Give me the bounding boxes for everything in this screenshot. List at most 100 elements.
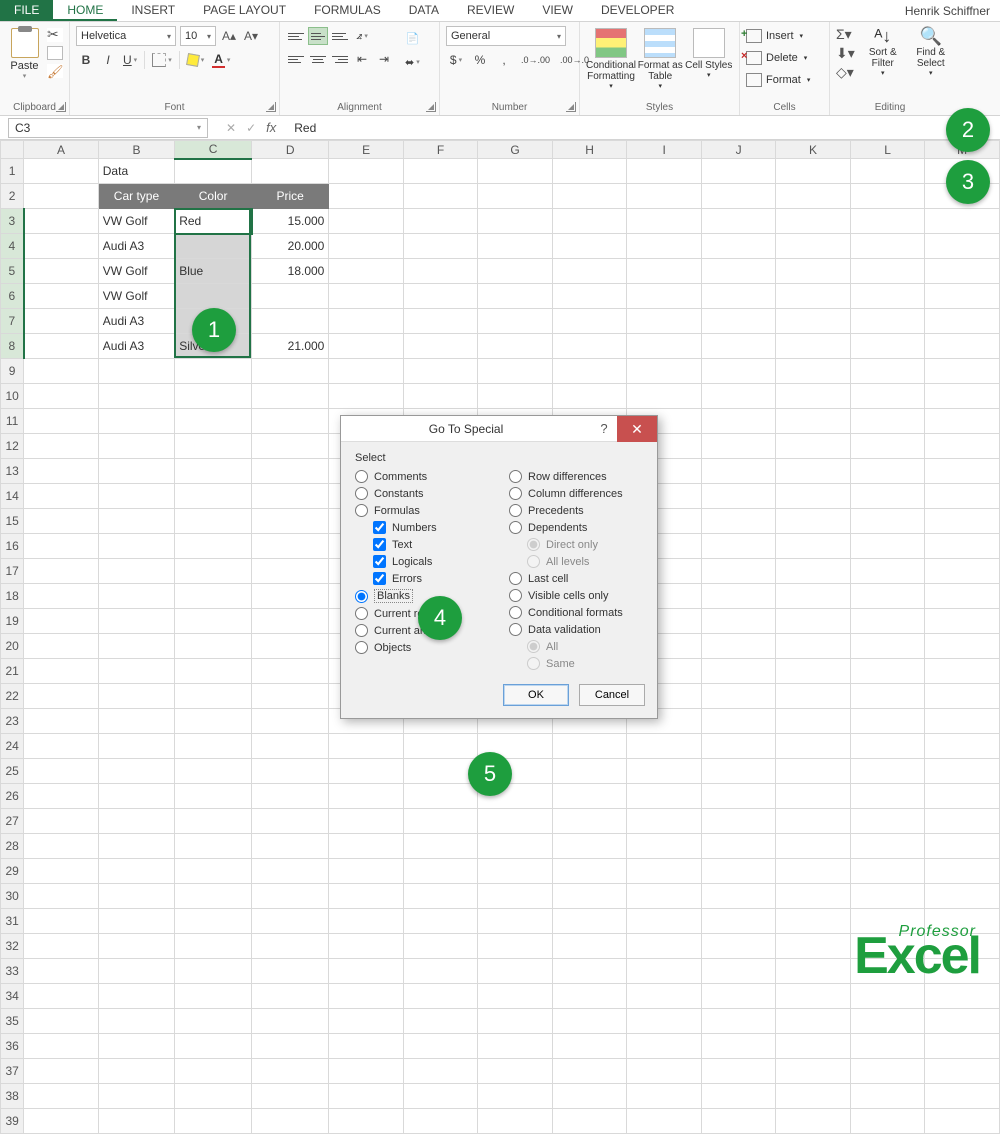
cell-G30[interactable]	[478, 884, 553, 909]
column-header-I[interactable]: I	[627, 141, 701, 159]
cell-A7[interactable]	[24, 309, 99, 334]
cell-A4[interactable]	[24, 234, 99, 259]
cell-F5[interactable]	[403, 259, 477, 284]
cell-F8[interactable]	[403, 334, 477, 359]
cell-K29[interactable]	[776, 859, 850, 884]
cell-L1[interactable]	[850, 159, 924, 184]
cell-A26[interactable]	[24, 784, 99, 809]
cell-F7[interactable]	[403, 309, 477, 334]
cell-F6[interactable]	[403, 284, 477, 309]
cell-C25[interactable]	[175, 759, 252, 784]
cell-D35[interactable]	[252, 1009, 329, 1034]
cell-A36[interactable]	[24, 1034, 99, 1059]
cell-J37[interactable]	[701, 1059, 775, 1084]
cell-M14[interactable]	[925, 484, 1000, 509]
cell-E7[interactable]	[329, 309, 403, 334]
cell-J5[interactable]	[701, 259, 775, 284]
cell-D6[interactable]	[252, 284, 329, 309]
cell-F30[interactable]	[403, 884, 477, 909]
cell-K3[interactable]	[776, 209, 850, 234]
cell-C17[interactable]	[175, 559, 252, 584]
cell-J3[interactable]	[701, 209, 775, 234]
delete-cells-button[interactable]: Delete▾	[746, 48, 810, 68]
cell-F10[interactable]	[403, 384, 477, 409]
cell-E6[interactable]	[329, 284, 403, 309]
cell-I8[interactable]	[627, 334, 701, 359]
row-header-34[interactable]: 34	[1, 984, 24, 1009]
cell-J28[interactable]	[701, 834, 775, 859]
cell-D30[interactable]	[252, 884, 329, 909]
cell-J26[interactable]	[701, 784, 775, 809]
align-right-icon[interactable]	[330, 50, 350, 68]
cell-B29[interactable]	[98, 859, 174, 884]
cell-L4[interactable]	[850, 234, 924, 259]
cell-K9[interactable]	[776, 359, 850, 384]
column-header-B[interactable]: B	[98, 141, 174, 159]
option-curreg[interactable]	[355, 607, 368, 620]
option-constants[interactable]	[355, 487, 368, 500]
cell-A32[interactable]	[24, 934, 99, 959]
cell-B8[interactable]: Audi A3	[98, 334, 174, 359]
cell-K6[interactable]	[776, 284, 850, 309]
cell-F36[interactable]	[403, 1034, 477, 1059]
cell-D33[interactable]	[252, 959, 329, 984]
row-header-7[interactable]: 7	[1, 309, 24, 334]
cell-M34[interactable]	[925, 984, 1000, 1009]
cell-A28[interactable]	[24, 834, 99, 859]
cell-D28[interactable]	[252, 834, 329, 859]
cell-D27[interactable]	[252, 809, 329, 834]
cell-A38[interactable]	[24, 1084, 99, 1109]
cell-G37[interactable]	[478, 1059, 553, 1084]
cell-B9[interactable]	[98, 359, 174, 384]
cell-K30[interactable]	[776, 884, 850, 909]
row-header-13[interactable]: 13	[1, 459, 24, 484]
cell-L29[interactable]	[850, 859, 924, 884]
cell-I33[interactable]	[627, 959, 701, 984]
cell-K18[interactable]	[776, 584, 850, 609]
cell-G9[interactable]	[478, 359, 553, 384]
cell-M11[interactable]	[925, 409, 1000, 434]
cell-F25[interactable]	[403, 759, 477, 784]
option-dataval[interactable]	[509, 623, 522, 636]
option-blanks[interactable]	[355, 590, 368, 603]
cell-K35[interactable]	[776, 1009, 850, 1034]
cell-I3[interactable]	[627, 209, 701, 234]
format-painter-icon[interactable]	[47, 64, 63, 78]
cell-E3[interactable]	[329, 209, 403, 234]
option-rowdiff[interactable]	[509, 470, 522, 483]
underline-button[interactable]: U	[120, 50, 140, 70]
cell-H1[interactable]	[552, 159, 627, 184]
cell-D21[interactable]	[252, 659, 329, 684]
cell-G10[interactable]	[478, 384, 553, 409]
cell-G7[interactable]	[478, 309, 553, 334]
cell-L36[interactable]	[850, 1034, 924, 1059]
cell-M27[interactable]	[925, 809, 1000, 834]
cell-L19[interactable]	[850, 609, 924, 634]
cell-C10[interactable]	[175, 384, 252, 409]
clear-icon[interactable]: ◇▾	[836, 64, 855, 81]
cell-H25[interactable]	[552, 759, 627, 784]
cell-I28[interactable]	[627, 834, 701, 859]
dialog-close-icon[interactable]: ✕	[617, 416, 657, 442]
wrap-text-button[interactable]: 📄	[402, 28, 423, 48]
decrease-indent-icon[interactable]: ⇤	[352, 49, 372, 69]
cell-D18[interactable]	[252, 584, 329, 609]
cell-L13[interactable]	[850, 459, 924, 484]
column-header-J[interactable]: J	[701, 141, 775, 159]
cell-B13[interactable]	[98, 459, 174, 484]
cell-J7[interactable]	[701, 309, 775, 334]
cell-H36[interactable]	[552, 1034, 627, 1059]
paste-button[interactable]: Paste	[10, 60, 38, 72]
row-header-32[interactable]: 32	[1, 934, 24, 959]
accounting-format-button[interactable]: $	[446, 50, 466, 70]
row-header-23[interactable]: 23	[1, 709, 24, 734]
cell-H9[interactable]	[552, 359, 627, 384]
cell-F3[interactable]	[403, 209, 477, 234]
cell-C23[interactable]	[175, 709, 252, 734]
merge-center-button[interactable]: ⬌	[402, 52, 423, 72]
cell-I26[interactable]	[627, 784, 701, 809]
cell-K10[interactable]	[776, 384, 850, 409]
cell-L15[interactable]	[850, 509, 924, 534]
cell-M36[interactable]	[925, 1034, 1000, 1059]
row-header-18[interactable]: 18	[1, 584, 24, 609]
